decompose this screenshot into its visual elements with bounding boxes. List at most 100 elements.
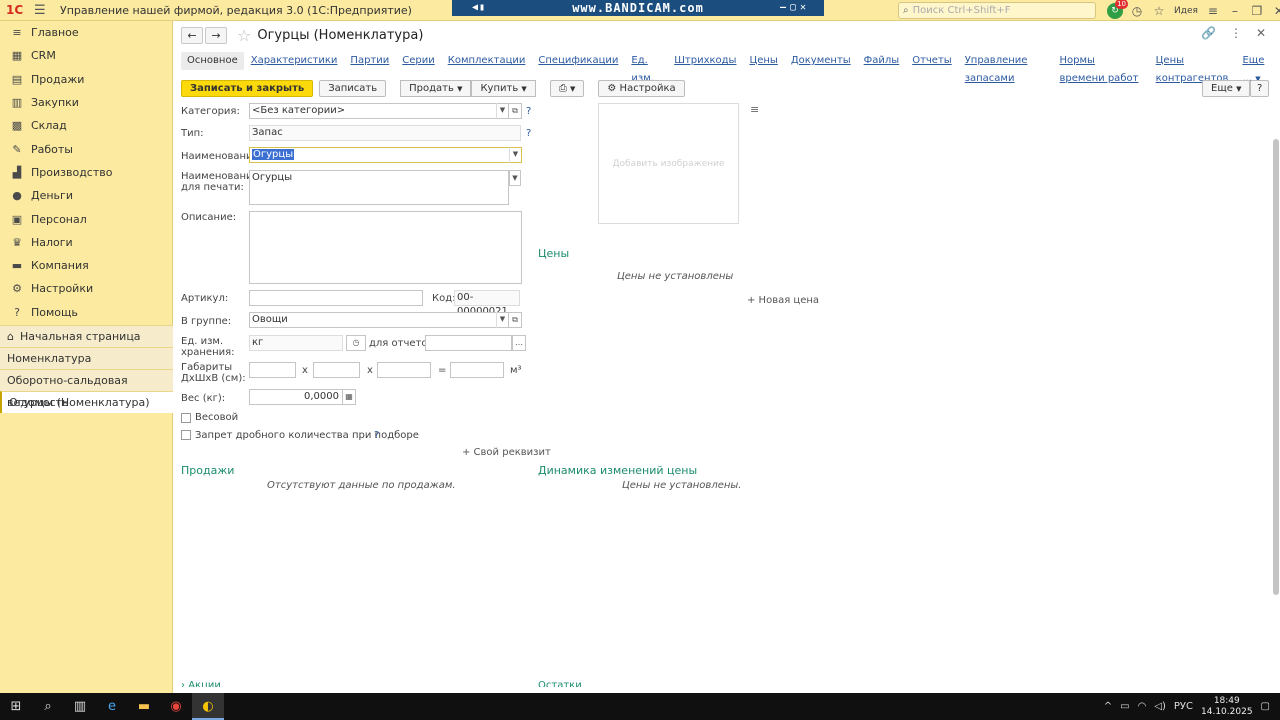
chevron-up-icon[interactable]: ^ [1104,701,1112,712]
sidebar-item-company[interactable]: ▬ Компания [0,254,172,277]
tab-more[interactable]: Еще ... ▼ [1236,52,1279,84]
weighted-checkbox[interactable] [181,413,191,423]
tab-inventory[interactable]: Управление запасами [959,52,1053,84]
sidebar-item-staff[interactable]: ▣ Персонал [0,207,172,230]
more-button[interactable]: Еще ▼ [1202,80,1251,97]
vertical-scrollbar[interactable] [1272,121,1280,701]
back-button[interactable]: ← [181,27,203,44]
description-input[interactable] [249,211,522,284]
group-input[interactable]: Овощи [249,312,509,328]
add-custom-attribute-link[interactable]: + Свой реквизит [462,447,551,458]
history-icon[interactable]: ◷ [346,335,366,351]
fraction-ban-checkbox[interactable] [181,430,191,440]
clock[interactable]: 18:49 14.10.2025 [1201,696,1253,718]
search-icon[interactable]: ⌕ [32,693,64,720]
buy-button[interactable]: Купить ▼ [471,80,536,97]
settings-button[interactable]: ⚙ Настройка [598,80,685,97]
sidebar-item-taxes[interactable]: ♛ Налоги [0,231,172,254]
open-icon[interactable]: ⧉ [508,103,522,119]
tab-kits[interactable]: Комплектации [442,52,532,70]
close-form-icon[interactable]: ✕ [1256,26,1266,40]
windows-start-icon[interactable]: ⊞ [0,693,32,720]
tab-characteristics[interactable]: Характеристики [245,52,344,70]
open-icon[interactable]: ⧉ [508,312,522,328]
category-help-icon[interactable]: ? [526,106,531,117]
user-name[interactable]: Идея [1174,6,1198,16]
open-window-current[interactable]: Огурцы (Номенклатура) [0,391,173,413]
sell-button[interactable]: Продать ▼ [400,80,472,97]
scrollbar-thumb[interactable] [1273,139,1279,595]
link-icon[interactable]: 🔗 [1201,26,1216,40]
promotions-section[interactable]: › Акции [181,680,221,687]
language-indicator[interactable]: РУС [1174,701,1193,712]
task-view-icon[interactable]: ▥ [64,693,96,720]
tab-files[interactable]: Файлы [858,52,906,70]
type-help-icon[interactable]: ? [526,128,531,139]
settings-lines-icon[interactable]: ≡ [1202,4,1224,18]
image-menu-icon[interactable]: ≡ [750,103,759,116]
weight-input[interactable]: 0,0000 [249,389,343,405]
sidebar-item-crm[interactable]: ▦ CRM [0,44,172,67]
stock-section[interactable]: Остатки [538,680,582,687]
chevron-down-icon[interactable]: ▼ [496,312,508,328]
article-input[interactable] [249,290,423,306]
tab-batches[interactable]: Партии [344,52,395,70]
sidebar-item-sales[interactable]: ▤ Продажи [0,68,172,91]
chevron-down-icon[interactable]: ▼ [496,103,508,119]
sidebar-item-works[interactable]: ✎ Работы [0,137,172,160]
notifications-icon[interactable]: ▢ [1261,701,1270,712]
global-search-input[interactable]: ⌕ Поиск Ctrl+Shift+F [898,2,1096,19]
1c-app-icon[interactable]: ◐ [192,693,224,720]
length-input[interactable] [249,362,296,378]
tab-series[interactable]: Серии [396,52,440,70]
sidebar-item-help[interactable]: ? Помощь [0,301,172,324]
sidebar-item-purchases[interactable]: ▥ Закупки [0,91,172,114]
product-image-placeholder[interactable]: Добавить изображение [598,103,739,224]
tab-prices[interactable]: Цены [743,52,783,70]
volume-icon[interactable]: ◁) [1154,701,1166,712]
fraction-help-icon[interactable]: ? [374,430,379,441]
sidebar-item-warehouse[interactable]: ▩ Склад [0,114,172,137]
volume-input[interactable] [450,362,504,378]
tab-documents[interactable]: Документы [785,52,857,70]
chevron-down-icon[interactable]: ▼ [509,170,521,186]
sidebar-item-money[interactable]: ● Деньги [0,184,172,207]
name-input[interactable]: Огурцы [249,147,522,163]
new-price-link[interactable]: + Новая цена [747,295,819,306]
tab-specifications[interactable]: Спецификации [532,52,624,70]
tab-main[interactable]: Основное [181,52,244,70]
width-input[interactable] [313,362,360,378]
open-window-home[interactable]: ⌂ Начальная страница [0,325,173,347]
category-input[interactable]: <Без категории> [249,103,509,119]
save-close-button[interactable]: Записать и закрыть [181,80,314,97]
favorites-star-icon[interactable]: ☆ [1148,4,1170,18]
reports-unit-input[interactable] [425,335,512,351]
unit-field[interactable]: кг [249,335,343,351]
sidebar-item-production[interactable]: ▟ Производство [0,161,172,184]
calculator-icon[interactable]: ▦ [342,389,356,405]
close-icon[interactable]: ✕ [1268,4,1280,18]
minimize-icon[interactable]: – [1224,4,1246,18]
tab-counterparty-prices[interactable]: Цены контрагентов [1150,52,1236,84]
print-button[interactable]: ⎙ ▼ [549,80,585,97]
more-vertical-icon[interactable]: ⋮ [1230,26,1242,40]
chrome-icon[interactable]: ◉ [160,693,192,720]
open-window-balance-sheet[interactable]: Оборотно-сальдовая ведомость [0,369,173,409]
tab-units[interactable]: Ед. изм. [625,52,667,84]
sidebar-item-settings[interactable]: ⚙ Настройки [0,277,172,300]
forward-button[interactable]: → [205,27,227,44]
edge-browser-icon[interactable]: e [96,693,128,720]
tab-work-norms[interactable]: Нормы времени работ [1054,52,1149,84]
tab-reports[interactable]: Отчеты [906,52,957,70]
notifications-icon[interactable]: ↻ 10 [1107,0,1128,19]
history-icon[interactable]: ◷ [1126,4,1148,18]
restore-icon[interactable]: ❐ [1246,4,1268,18]
select-ellipsis-icon[interactable]: … [512,335,526,351]
chevron-down-icon[interactable]: ▼ [509,147,521,163]
sidebar-item-main[interactable]: ≡ Главное [0,21,172,44]
main-menu-icon[interactable]: ☰ [34,3,50,18]
print-name-input[interactable]: Огурцы [249,170,509,205]
network-icon[interactable]: ▭ [1120,701,1129,712]
height-input[interactable] [377,362,431,378]
favorite-star-icon[interactable]: ☆ [237,26,251,45]
